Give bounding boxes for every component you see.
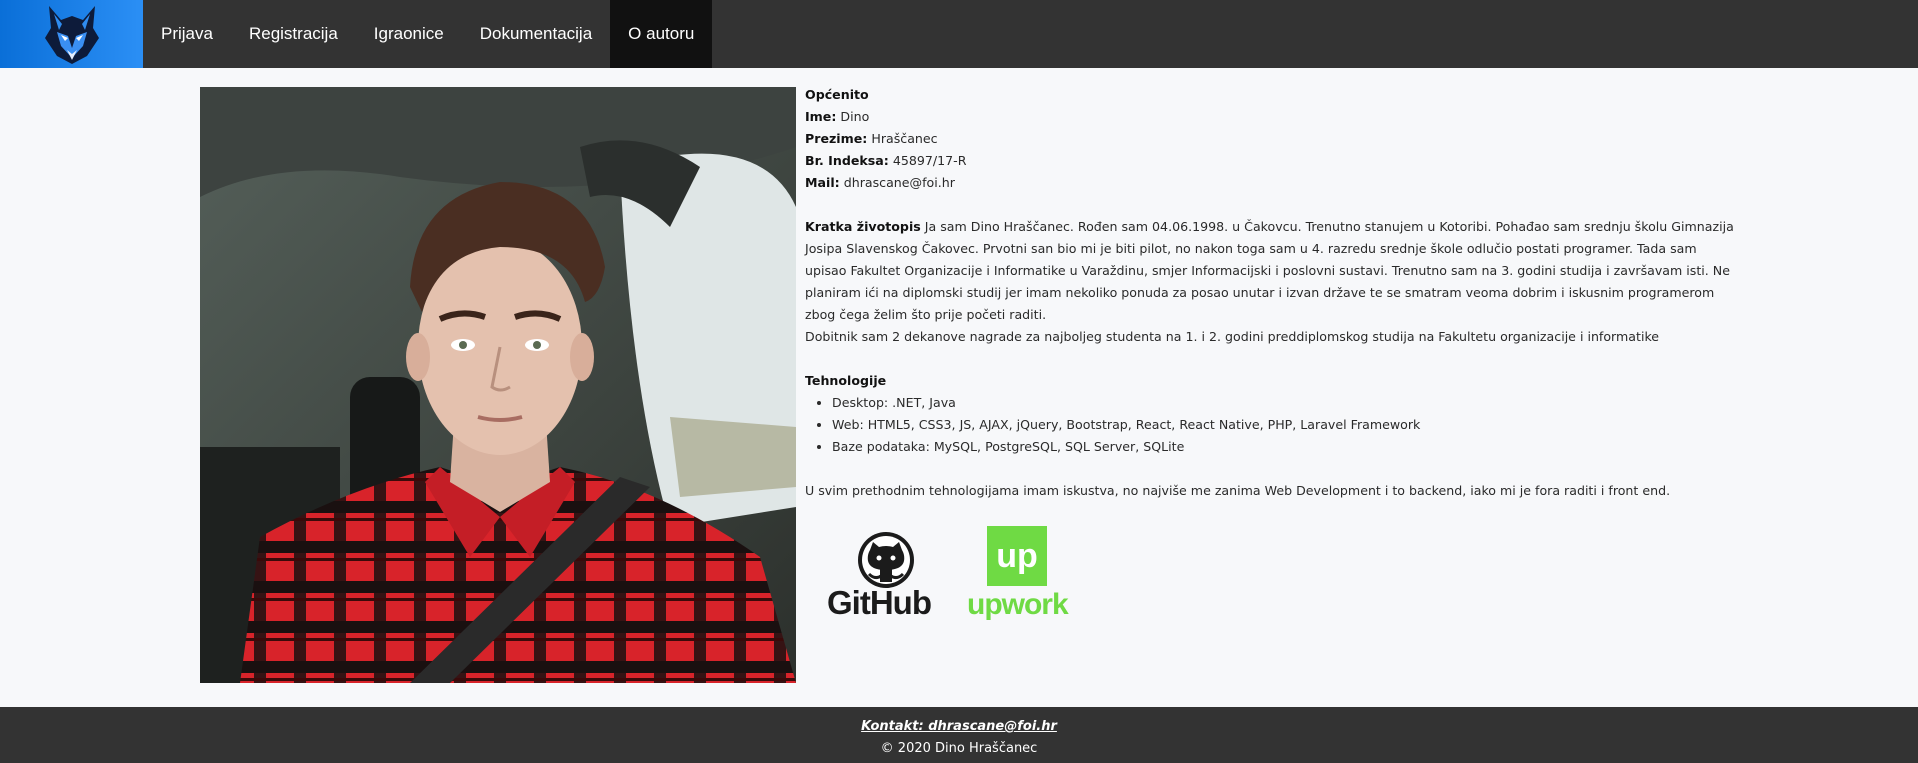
mail-label: Mail: — [805, 175, 840, 190]
upwork-badge-label: Up — [996, 537, 1038, 575]
author-info: Općenito Ime: Dino Prezime: Hraščanec Br… — [805, 84, 1735, 502]
upwork-link[interactable]: Up upwork — [965, 522, 1085, 627]
author-photo — [200, 87, 796, 683]
surname-row: Prezime: Hraščanec — [805, 128, 1735, 150]
brand-logo[interactable] — [0, 0, 143, 68]
mail-row: Mail: dhrascane@foi.hr — [805, 172, 1735, 194]
tech-list: Desktop: .NET, Java Web: HTML5, CSS3, JS… — [805, 392, 1735, 458]
name-label: Ime: — [805, 109, 837, 124]
github-label: GitHub — [827, 584, 932, 621]
surname-value: Hraščanec — [871, 131, 938, 146]
upwork-label: upwork — [967, 588, 1069, 621]
nav-item-o-autoru[interactable]: O autoru — [610, 0, 713, 68]
top-navbar: Prijava Registracija Igraonice Dokumenta… — [0, 0, 1918, 68]
tech-item-desktop: Desktop: .NET, Java — [832, 392, 1735, 414]
tech-item-databases: Baze podataka: MySQL, PostgreSQL, SQL Se… — [832, 436, 1735, 458]
nav-item-registracija[interactable]: Registracija — [231, 0, 356, 68]
bio-text: Ja sam Dino Hraščanec. Rođen sam 04.06.1… — [805, 219, 1734, 322]
tech-item-web: Web: HTML5, CSS3, JS, AJAX, jQuery, Boot… — [832, 414, 1735, 436]
experience-text: U svim prethodnim tehnologijama imam isk… — [805, 483, 1671, 498]
name-value: Dino — [840, 109, 870, 124]
index-value: 45897/17-R — [892, 153, 967, 168]
mail-value: dhrascane@foi.hr — [843, 175, 955, 190]
bio-paragraph: Kratka životopis Ja sam Dino Hraščanec. … — [805, 216, 1735, 326]
nav-item-dokumentacija[interactable]: Dokumentacija — [462, 0, 610, 68]
surname-label: Prezime: — [805, 131, 868, 146]
general-heading: Općenito — [805, 87, 869, 102]
github-link[interactable]: GitHub — [825, 530, 947, 625]
bio-heading: Kratka životopis — [805, 219, 921, 234]
awards-text: Dobitnik sam 2 dekanove nagrade za najbo… — [805, 329, 1660, 344]
name-row: Ime: Dino — [805, 106, 1735, 128]
nav-item-prijava[interactable]: Prijava — [143, 0, 231, 68]
profile-links: GitHub Up upwork — [825, 522, 1085, 627]
footer-contact-link[interactable]: Kontakt: dhrascane@foi.hr — [861, 719, 1057, 734]
footer: Kontakt: dhrascane@foi.hr © 2020 Dino Hr… — [0, 707, 1918, 763]
wolf-logo-icon — [44, 6, 99, 64]
footer-copyright: © 2020 Dino Hraščanec — [880, 741, 1038, 756]
nav-item-igraonice[interactable]: Igraonice — [356, 0, 462, 68]
index-row: Br. Indeksa: 45897/17-R — [805, 150, 1735, 172]
tech-heading: Tehnologije — [805, 373, 887, 388]
index-label: Br. Indeksa: — [805, 153, 889, 168]
upwork-icon: Up — [987, 526, 1047, 586]
